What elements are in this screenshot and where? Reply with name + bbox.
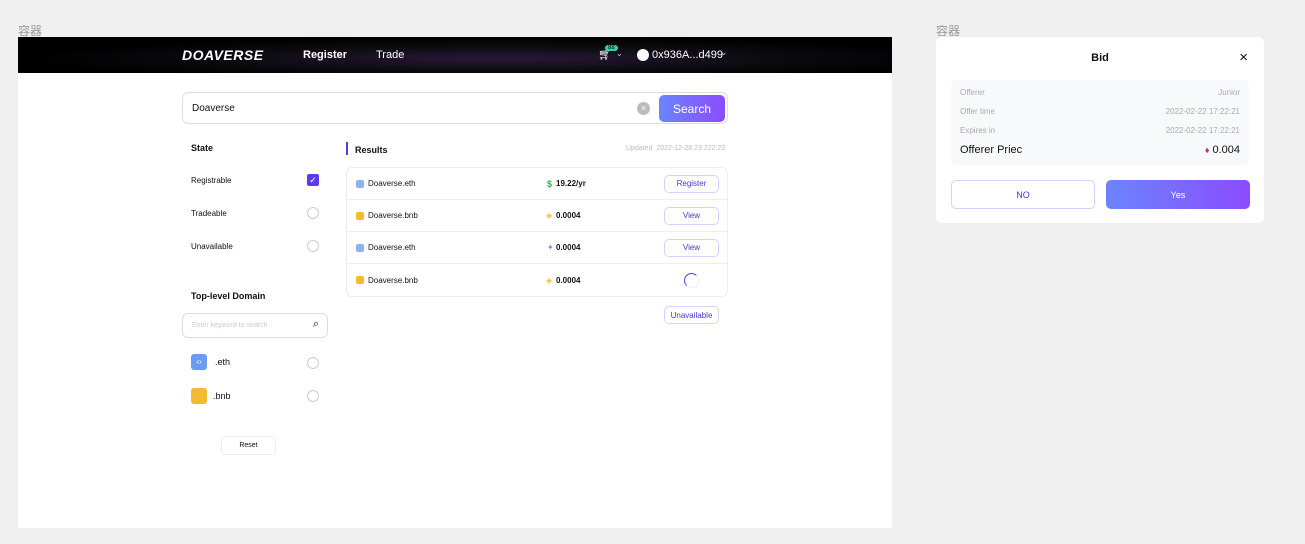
bid-info: Offerer Junior Offer time 2022-02-22 17:22… <box>951 80 1249 165</box>
price: ♦ 0.004 <box>1205 144 1240 156</box>
eth-icon <box>356 243 364 252</box>
results-list: Doaverse.eth $ 19.22/yr Register Doavers… <box>346 167 728 297</box>
state-unavailable-checkbox[interactable] <box>307 240 319 252</box>
dialog-title: Bid <box>1091 52 1109 64</box>
domain-search-page: DOAVERSE Register Trade 🛒︎ 88 ⌄ 0x936A..… <box>18 37 892 528</box>
view-button[interactable]: View <box>664 206 719 225</box>
result-name: Doaverse.bnb <box>368 275 418 285</box>
eth-icon <box>356 179 364 188</box>
bnb-coin-icon: ◈ <box>546 211 553 220</box>
result-row: Doaverse.bnb ◈ 0.0004 View <box>347 200 727 232</box>
chevron-down-icon[interactable]: ⌄ <box>720 47 728 58</box>
close-icon[interactable]: × <box>1239 49 1248 66</box>
offerer-row: Offerer Junior <box>960 88 1240 97</box>
results-title: Results <box>355 145 388 155</box>
tld-eth-label: .eth <box>215 357 231 367</box>
expires-value: 2022-02-22 17:22:21 <box>1165 126 1240 135</box>
search-button[interactable]: Search <box>659 95 725 122</box>
state-unavailable-label: Unavailable <box>191 242 233 251</box>
updated-label: Updated <box>626 145 653 152</box>
tld-title: Top-level Domain <box>191 291 266 301</box>
nav-register[interactable]: Register <box>303 49 347 61</box>
result-row: Doaverse.bnb ◈ 0.0004 <box>347 264 727 296</box>
offer-time-row: Offer time 2022-02-22 17:22:21 <box>960 107 1240 116</box>
price-label: Offerer Priec <box>960 144 1023 156</box>
offer-time-value: 2022-02-22 17:22:21 <box>1165 107 1240 116</box>
reset-button[interactable]: Reset <box>221 436 276 455</box>
offer-time-label: Offer time <box>960 107 995 116</box>
results-accent-bar <box>346 142 348 155</box>
price-value: 0.004 <box>1212 144 1240 156</box>
bnb-icon <box>356 211 364 220</box>
unavailable-button[interactable]: Unavailable <box>664 306 719 324</box>
result-price: 19.22/yr <box>556 179 586 188</box>
expires-row: Expires in 2022-02-22 17:22:21 <box>960 126 1240 135</box>
register-button[interactable]: Register <box>664 174 719 193</box>
result-name: Doaverse.eth <box>368 179 416 188</box>
eth-icon: ♦ <box>1204 145 1210 155</box>
dollar-icon: $ <box>547 178 553 189</box>
expires-label: Expires in <box>960 126 996 135</box>
state-registrable-label: Registrable <box>191 176 232 185</box>
eth-icon: ‹› <box>191 354 207 370</box>
state-tradeable-checkbox[interactable] <box>307 207 319 219</box>
logo[interactable]: DOAVERSE <box>182 47 264 63</box>
yes-button[interactable]: Yes <box>1106 180 1250 209</box>
bnb-coin-icon: ◈ <box>546 275 553 285</box>
view-button[interactable]: View <box>664 238 719 257</box>
bnb-icon <box>191 388 207 404</box>
state-title: State <box>191 143 214 153</box>
tld-search-placeholder: Enter keyword to search <box>192 322 268 329</box>
offerer-value: Junior <box>1218 88 1240 97</box>
top-nav: DOAVERSE Register Trade 🛒︎ 88 ⌄ 0x936A..… <box>18 37 892 73</box>
clear-icon[interactable]: × <box>637 102 650 115</box>
result-name: Doaverse.bnb <box>368 211 418 220</box>
result-price: 0.0004 <box>556 243 581 252</box>
offerer-label: Offerer <box>960 88 985 97</box>
tld-bnb-label: .bnb <box>213 391 231 401</box>
result-row: Doaverse.eth ✦ 0.0004 View <box>347 232 727 264</box>
result-price: 0.0004 <box>556 211 581 220</box>
chevron-down-icon[interactable]: ⌄ <box>616 49 623 58</box>
bnb-icon <box>356 276 364 284</box>
search-input[interactable]: Doaverse <box>192 103 235 114</box>
no-button[interactable]: NO <box>951 180 1095 209</box>
account-address[interactable]: 0x936A...d499 <box>652 49 723 61</box>
tld-eth-checkbox[interactable] <box>307 357 319 369</box>
tld-search-input[interactable]: Enter keyword to search ⌕ <box>182 313 328 338</box>
eth-coin-icon: ✦ <box>547 243 554 252</box>
loading-spinner-icon <box>684 272 699 288</box>
result-row: Doaverse.eth $ 19.22/yr Register <box>347 168 727 200</box>
result-price: 0.0004 <box>556 275 581 285</box>
search-icon[interactable]: ⌕ <box>313 318 319 331</box>
nav-trade[interactable]: Trade <box>376 49 404 61</box>
search-bar: Doaverse × Search <box>182 92 728 124</box>
result-name: Doaverse.eth <box>368 243 416 252</box>
tld-bnb-checkbox[interactable] <box>307 390 319 402</box>
updated-value: 2022-12-28 23:222:22 <box>656 145 726 152</box>
state-tradeable-label: Tradeable <box>191 209 227 218</box>
updated-timestamp: Updated 2022-12-28 23:222:22 <box>626 145 725 152</box>
bid-dialog: Bid × Offerer Junior Offer time 2022-02-22… <box>936 37 1264 223</box>
state-registrable-checkbox[interactable]: ✓ <box>307 174 319 186</box>
avatar-icon[interactable] <box>637 49 649 61</box>
price-row: Offerer Priec ♦ 0.004 <box>960 144 1240 156</box>
